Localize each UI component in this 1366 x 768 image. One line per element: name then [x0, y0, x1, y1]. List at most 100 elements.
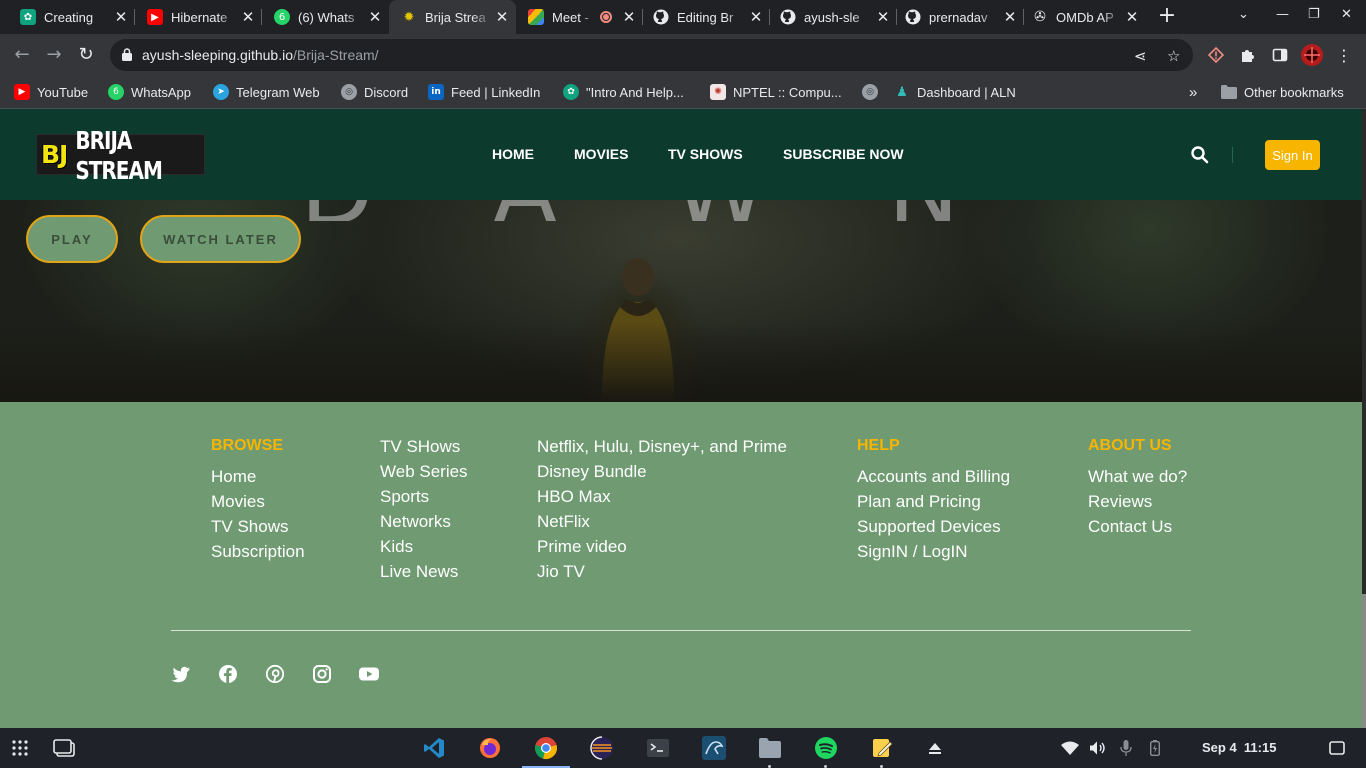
- minimize-button[interactable]: —: [1276, 7, 1289, 22]
- window-close-button[interactable]: ✕: [1341, 7, 1352, 22]
- tab-chatgpt[interactable]: ✿ Creating ✕: [0, 0, 135, 34]
- footer-link-kids[interactable]: Kids: [380, 537, 468, 562]
- terminal-icon[interactable]: [646, 736, 670, 760]
- chrome-icon[interactable]: [534, 736, 558, 760]
- brija-stream-logo[interactable]: BJ BRIJA STREAM: [36, 125, 205, 185]
- bookmark-youtube[interactable]: ▶ YouTube: [14, 83, 88, 101]
- bookmark-discord[interactable]: ◎ Discord: [341, 83, 408, 101]
- tab-whatsapp[interactable]: 6 (6) Whats ✕: [262, 0, 389, 34]
- new-tab-button[interactable]: +: [1156, 5, 1178, 27]
- footer-link-live-news[interactable]: Live News: [380, 562, 468, 587]
- address-bar[interactable]: ayush-sleeping.github.io/Brija-Stream/ ⋖…: [110, 39, 1193, 71]
- bookmark-dashboard-aln[interactable]: ♟ Dashboard | ALN: [894, 83, 1016, 101]
- close-icon[interactable]: ✕: [365, 8, 385, 26]
- files-icon[interactable]: [758, 736, 782, 760]
- tab-github-prerna[interactable]: prernadav ✕: [897, 0, 1024, 34]
- share-icon[interactable]: ⋖: [1134, 47, 1147, 65]
- bookmark-whatsapp[interactable]: 6 WhatsApp: [108, 83, 191, 101]
- footer-link-networks[interactable]: Networks: [380, 512, 468, 537]
- footer-link-sports[interactable]: Sports: [380, 487, 468, 512]
- mysql-workbench-icon[interactable]: [702, 736, 726, 760]
- restore-button[interactable]: ❐: [1308, 7, 1320, 22]
- bookmark-star-icon[interactable]: ☆: [1167, 47, 1180, 65]
- footer-link-bundle-all[interactable]: Netflix, Hulu, Disney+, and Prime: [537, 437, 787, 462]
- footer-link-home[interactable]: Home: [211, 467, 305, 492]
- overview-icon[interactable]: [52, 736, 76, 760]
- bookmark-linkedin[interactable]: in Feed | LinkedIn: [428, 83, 540, 101]
- footer-link-plan-pricing[interactable]: Plan and Pricing: [857, 492, 1010, 517]
- close-icon[interactable]: ✕: [1000, 8, 1020, 26]
- back-button[interactable]: ←: [10, 43, 34, 67]
- eject-icon[interactable]: [923, 736, 947, 760]
- footer-link-jio-tv[interactable]: Jio TV: [537, 562, 787, 587]
- text-editor-icon[interactable]: [870, 736, 894, 760]
- footer-link-prime-video[interactable]: Prime video: [537, 537, 787, 562]
- pinterest-icon[interactable]: [265, 664, 285, 684]
- footer-link-accounts-billing[interactable]: Accounts and Billing: [857, 467, 1010, 492]
- menu-kebab-icon[interactable]: ⋮: [1335, 46, 1353, 65]
- close-icon[interactable]: ✕: [619, 8, 639, 26]
- watch-later-button[interactable]: WATCH LATER: [140, 215, 301, 263]
- close-icon[interactable]: ✕: [111, 8, 131, 26]
- volume-icon[interactable]: [1090, 740, 1106, 756]
- notification-tray-icon[interactable]: [1328, 740, 1346, 756]
- battery-icon[interactable]: [1149, 740, 1161, 756]
- bookmark-telegram[interactable]: ➤ Telegram Web: [213, 83, 320, 101]
- tab-github-ayush[interactable]: ayush-sle ✕: [770, 0, 897, 34]
- tab-omdb[interactable]: ✇ OMDb AP ✕: [1024, 0, 1146, 34]
- extensions-puzzle-icon[interactable]: [1239, 46, 1257, 64]
- forward-button[interactable]: →: [42, 43, 66, 67]
- url-text[interactable]: ayush-sleeping.github.io/Brija-Stream/: [142, 47, 379, 63]
- nav-tv-shows[interactable]: TV SHOWS: [668, 146, 743, 162]
- close-icon[interactable]: ✕: [1122, 8, 1142, 26]
- youtube-icon[interactable]: [358, 664, 380, 684]
- microphone-icon[interactable]: [1120, 740, 1132, 756]
- eclipse-icon[interactable]: [590, 736, 614, 760]
- wifi-icon[interactable]: [1061, 740, 1079, 756]
- tab-search-icon[interactable]: ⌄: [1238, 7, 1249, 22]
- firefox-icon[interactable]: [478, 736, 502, 760]
- tab-github-editing[interactable]: Editing Br ✕: [643, 0, 770, 34]
- sign-in-button[interactable]: Sign In: [1265, 140, 1320, 170]
- footer-link-reviews[interactable]: Reviews: [1088, 492, 1187, 517]
- more-bookmarks-chevron-icon[interactable]: »: [1189, 83, 1197, 101]
- footer-link-what-we-do[interactable]: What we do?: [1088, 467, 1187, 492]
- extension-alert-icon[interactable]: [1207, 46, 1225, 64]
- footer-link-signin-login[interactable]: SignIN / LogIN: [857, 542, 1010, 567]
- close-icon[interactable]: ✕: [492, 8, 512, 26]
- close-icon[interactable]: ✕: [238, 8, 258, 26]
- scrollbar-thumb[interactable]: [1362, 594, 1366, 728]
- twitter-icon[interactable]: [171, 664, 191, 684]
- footer-link-tv-shows[interactable]: TV Shows: [211, 517, 305, 542]
- nav-subscribe-now[interactable]: SUBSCRIBE NOW: [783, 146, 904, 162]
- play-button[interactable]: PLAY: [26, 215, 118, 263]
- tab-youtube[interactable]: ▶ Hibernate ✕: [135, 0, 262, 34]
- page-scrollbar[interactable]: [1362, 109, 1366, 728]
- footer-link-subscription[interactable]: Subscription: [211, 542, 305, 567]
- footer-link-supported-devices[interactable]: Supported Devices: [857, 517, 1010, 542]
- tab-brija-stream[interactable]: ✹ Brija Strea ✕: [389, 0, 516, 34]
- facebook-icon[interactable]: [218, 664, 238, 684]
- lock-icon[interactable]: [122, 48, 132, 61]
- footer-link-disney-bundle[interactable]: Disney Bundle: [537, 462, 787, 487]
- close-icon[interactable]: ✕: [873, 8, 893, 26]
- nav-movies[interactable]: MOVIES: [574, 146, 628, 162]
- instagram-icon[interactable]: [312, 664, 332, 684]
- footer-link-hbo-max[interactable]: HBO Max: [537, 487, 787, 512]
- bookmark-globe[interactable]: ◎: [862, 83, 885, 101]
- spotify-icon[interactable]: [814, 736, 838, 760]
- bookmark-nptel[interactable]: ✺ NPTEL :: Compu...: [710, 83, 842, 101]
- launcher-icon[interactable]: [8, 736, 32, 760]
- side-panel-icon[interactable]: [1271, 46, 1289, 64]
- search-icon[interactable]: [1190, 145, 1210, 165]
- close-icon[interactable]: ✕: [746, 8, 766, 26]
- footer-link-contact-us[interactable]: Contact Us: [1088, 517, 1187, 542]
- footer-link-movies[interactable]: Movies: [211, 492, 305, 517]
- profile-avatar[interactable]: [1301, 44, 1323, 66]
- bookmark-intro-and-help[interactable]: ✿ "Intro And Help...: [563, 83, 684, 101]
- vscode-icon[interactable]: [422, 736, 446, 760]
- other-bookmarks-folder[interactable]: Other bookmarks: [1221, 83, 1344, 101]
- footer-link-netflix[interactable]: NetFlix: [537, 512, 787, 537]
- nav-home[interactable]: HOME: [492, 146, 534, 162]
- status-clock[interactable]: Sep 4 11:15: [1202, 740, 1276, 755]
